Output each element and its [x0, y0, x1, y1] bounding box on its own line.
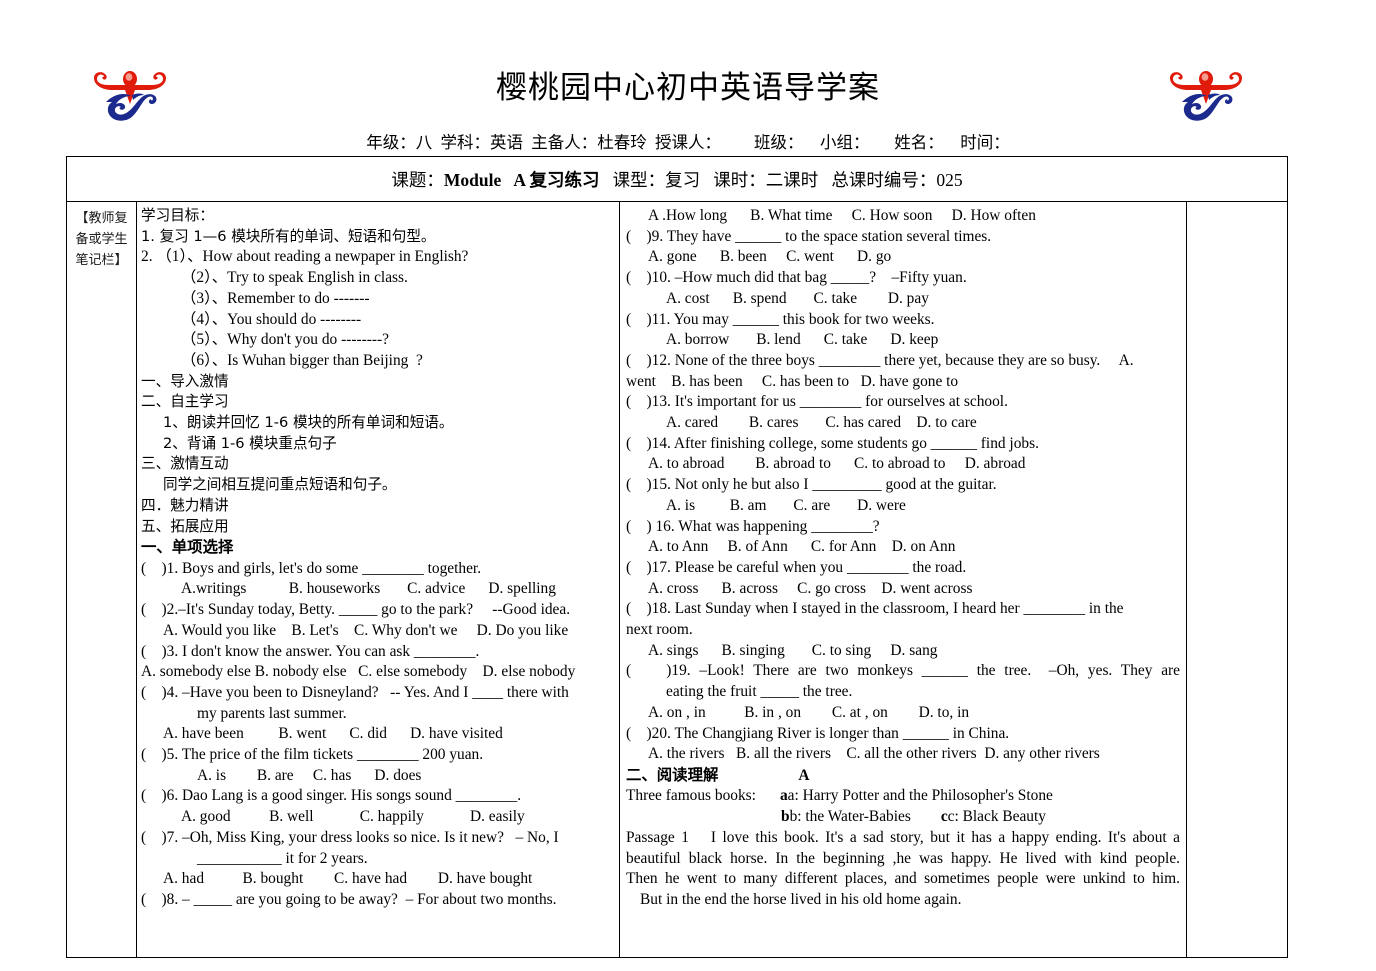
books-line-2: bb: the Water-Babies cc: Black Beauty	[781, 808, 1046, 826]
passage-line-1: Passage 1 I love this book. It's a sad st…	[626, 828, 1180, 849]
passage-text: But in the end the horse lived in his ol…	[640, 891, 962, 908]
section-1: 一、导入激情	[141, 372, 229, 390]
question-stem: ( )6. Dao Lang is a good singer. His son…	[141, 787, 522, 805]
question-stem: ( )8. – _____ are you going to be away? …	[141, 891, 557, 908]
part-2-heading-row: 二、阅读理解 A	[626, 765, 1180, 787]
question-options: A. had B. bought C. have had D. have bou…	[163, 870, 533, 888]
question-stem: ( )18. Last Sunday when I stayed in the …	[626, 600, 1124, 618]
question-options: A. Would you like B. Let's C. Why don't …	[163, 621, 569, 639]
question-options: A. have been B. went C. did D. have visi…	[163, 725, 503, 743]
objective-sub-5: （5）、Why don't you do --------?	[181, 331, 389, 349]
question-stem: ( )15. Not only he but also I _________ …	[626, 476, 997, 494]
question-options: went B. has been C. has been to D. have …	[626, 372, 959, 390]
question-options: A. somebody else B. nobody else C. else …	[141, 663, 576, 681]
passage-text: beautiful black horse. In the beginning …	[626, 849, 1180, 867]
question-stem-continued: next room.	[626, 621, 693, 639]
page-masthead: 樱桃园中心初中英语导学案 年级：八 学科：英语 主备人：杜春玲 授课人： 班级：…	[0, 0, 1376, 155]
objectives-heading: 学习目标：	[141, 207, 214, 224]
section-3-text: 同学之间相互提问重点短语和句子。	[163, 476, 397, 494]
question-stem: ( )3. I don't know the answer. You can a…	[141, 642, 480, 660]
section-3: 三、激情互动	[141, 455, 229, 473]
question-options: A. cost B. spend C. take D. pay	[666, 289, 929, 307]
book-b: b: the Water-Babies	[789, 808, 911, 826]
books-intro: Three famous books:	[626, 787, 756, 805]
question-options: A. gone B. been C. went D. go	[648, 248, 892, 266]
objective-sub-3: （3）、Remember to do -------	[181, 289, 370, 307]
teacher-notes-label: 【教师复备或学生笔记栏】	[75, 211, 128, 269]
spare-column[interactable]	[1187, 202, 1287, 957]
question-stem: ( )4. –Have you been to Disneyland? -- Y…	[141, 683, 569, 701]
left-content-column: 学习目标： 1. 复习 1—6 模块所有的单词、短语和句型。 2. （1）、Ho…	[137, 202, 620, 957]
question-stem-continued: my parents last summer.	[197, 704, 347, 722]
section-2-item-2: 2、背诵 1-6 模块重点句子	[163, 434, 337, 452]
question-options: A. borrow B. lend C. take D. keep	[666, 331, 939, 349]
section-5: 五、拓展应用	[141, 517, 229, 535]
question-stem: ( )13. It's important for us ________ fo…	[626, 393, 1008, 411]
objective-1: 1. 复习 1—6 模块所有的单词、短语和句型。	[141, 227, 436, 245]
topic-prefix: 课题：	[391, 170, 444, 190]
book-a: a: Harry Potter and the Philosopher's St…	[787, 787, 1053, 805]
objective-sub-6: （6）、Is Wuhan bigger than Beijing ?	[181, 351, 423, 369]
question-stem-continued: eating the fruit _____ the tree.	[666, 683, 853, 701]
table-body-row: 【教师复备或学生笔记栏】 学习目标： 1. 复习 1—6 模块所有的单词、短语和…	[67, 202, 1287, 957]
objective-sub-4: （4）、You should do --------	[181, 310, 362, 328]
right-content-column: A .How long B. What time C. How soon D. …	[620, 202, 1187, 957]
question-options: A. cared B. cares C. has cared D. to car…	[666, 414, 977, 432]
question-stem: ( )19. –Look! There are two monkeys ____…	[626, 662, 1180, 680]
question-stem: ( )1. Boys and girls, let's do some ____…	[141, 559, 482, 577]
question-options: A. is B. are C. has D. does	[197, 766, 422, 784]
part-2-heading: 二、阅读理解	[626, 765, 719, 784]
teacher-notes-column[interactable]: 【教师复备或学生笔记栏】	[67, 202, 137, 957]
topic-rest: 课型：复习 课时：二课时 总课时编号：025	[599, 170, 963, 190]
passage-text: Then he went to many different places, a…	[626, 870, 1180, 888]
passage-label: Passage 1	[626, 828, 689, 846]
part-1-heading: 一、单项选择	[141, 538, 234, 557]
question-stem: ( )2.–It's Sunday today, Betty. _____ go…	[141, 601, 571, 619]
lesson-plan-table: 课题：Module A 复习练习 课型：复习 课时：二课时 总课时编号：025 …	[66, 156, 1288, 958]
objective-2: 2. （1）、How about reading a newpaper in E…	[141, 248, 469, 266]
question-options: A. on , in B. in , on C. at , on D. to, …	[648, 703, 970, 721]
book-c: c: Black Beauty	[947, 808, 1046, 826]
question-options: A. good B. well C. happily D. easily	[181, 808, 525, 826]
books-intro-row: Three famous books: aa: Harry Potter and …	[626, 787, 1053, 805]
question-stem: ( )5. The price of the film tickets ____…	[141, 746, 484, 764]
question-options: A. is B. am C. are D. were	[666, 496, 906, 514]
question-options: A. cross B. across C. go cross D. went a…	[648, 579, 973, 597]
part-2-label: A	[798, 766, 810, 784]
question-stem: ( )20. The Changjiang River is longer th…	[626, 724, 1010, 742]
question-options: A. sings B. singing C. to sing D. sang	[648, 641, 938, 659]
question-options: A.writings B. houseworks C. advice D. sp…	[181, 580, 556, 598]
worksheet-page: 樱桃园中心初中英语导学案 年级：八 学科：英语 主备人：杜春玲 授课人： 班级：…	[0, 0, 1376, 971]
question-stem: ( )17. Please be careful when you ______…	[626, 558, 967, 576]
question-stem-continued: ___________ it for 2 years.	[197, 849, 368, 867]
school-emblem-icon-right	[1160, 62, 1252, 126]
question-stem: ( )14. After finishing college, some stu…	[626, 434, 1039, 452]
header-meta-line: 年级：八 学科：英语 主备人：杜春玲 授课人： 班级： 小组： 姓名： 时间：	[366, 133, 1010, 152]
question-stem: ( )7. –Oh, Miss King, your dress looks s…	[141, 828, 559, 846]
topic-module: Module A 复习练习	[443, 170, 600, 190]
section-4: 四．魅力精讲	[141, 496, 229, 514]
question-options: A. to Ann B. of Ann C. for Ann D. on Ann	[648, 538, 956, 556]
section-2-item-1: 1、朗读并回忆 1-6 模块的所有单词和短语。	[163, 414, 454, 432]
question-stem: ( )10. –How much did that bag _____? –Fi…	[626, 269, 967, 287]
question-options: A. to abroad B. abroad to C. to abroad t…	[648, 455, 1026, 473]
passage-text: I love this book. It's a sad story, but …	[710, 828, 1180, 846]
question-options: A. the rivers B. all the rivers C. all t…	[648, 745, 1100, 763]
question-stem: ( )11. You may ______ this book for two …	[626, 310, 935, 328]
question-stem: ( ) 16. What was happening ________?	[626, 517, 880, 535]
topic-row: 课题：Module A 复习练习 课型：复习 课时：二课时 总课时编号：025	[67, 157, 1287, 202]
question-stem: ( )12. None of the three boys ________ t…	[626, 351, 1134, 369]
section-2: 二、自主学习	[141, 393, 229, 411]
question-stem: ( )9. They have ______ to the space stat…	[626, 227, 992, 245]
question-options: A .How long B. What time C. How soon D. …	[648, 207, 1036, 224]
objective-sub-2: （2）、Try to speak English in class.	[181, 269, 408, 287]
